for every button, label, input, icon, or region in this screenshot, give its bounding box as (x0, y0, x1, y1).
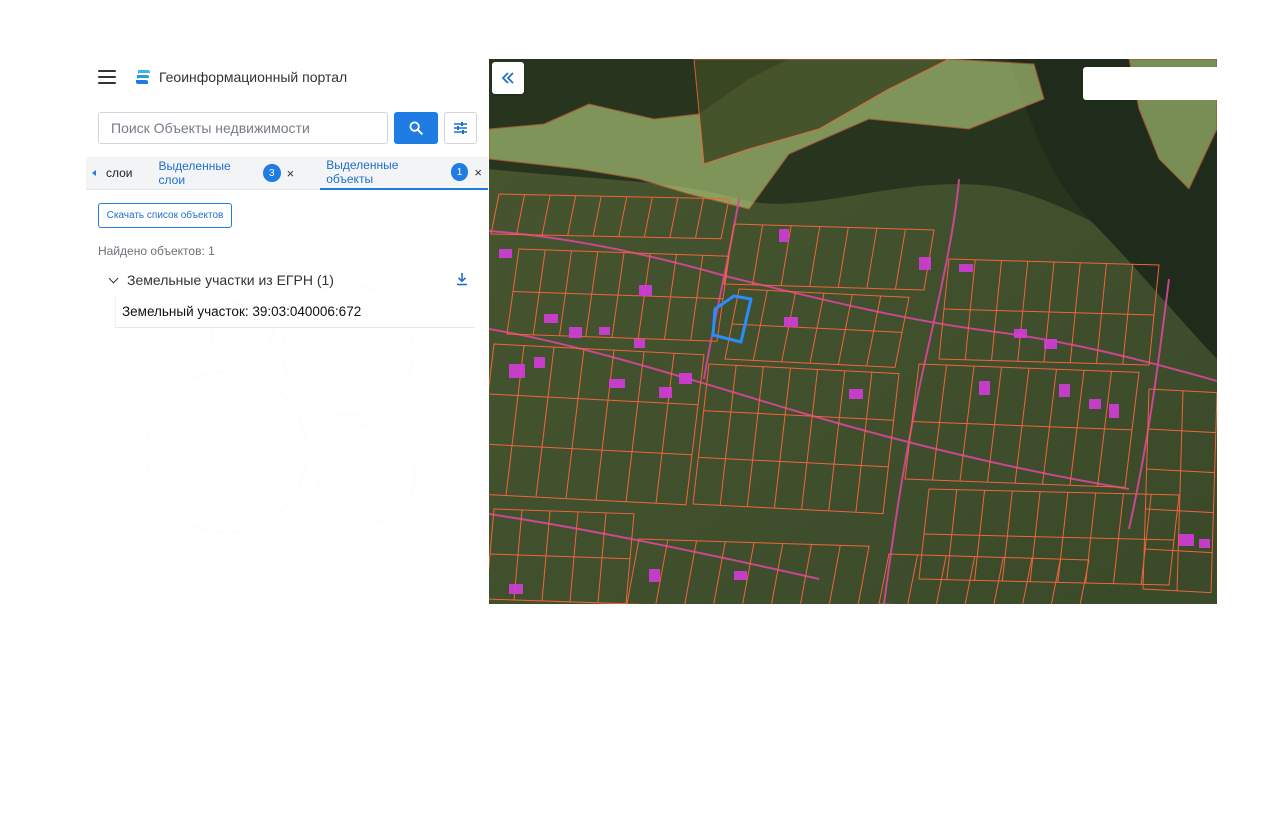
tab-bar: слои Выделенные слои 3 × Выделенные объе… (86, 157, 488, 190)
filter-button[interactable] (444, 112, 477, 144)
search-icon (409, 121, 423, 135)
result-group-land-plots[interactable]: Земельные участки из ЕГРН (1) (108, 268, 470, 292)
hamburger-menu-icon[interactable] (98, 70, 116, 84)
watermark-shape (318, 426, 415, 523)
map-canvas[interactable] (489, 59, 1217, 604)
tab-selected-layers[interactable]: Выделенные слои 3 × (159, 157, 295, 190)
caret-left-icon (92, 170, 96, 176)
building (1089, 399, 1101, 409)
building (509, 364, 525, 378)
building (499, 249, 512, 258)
building (849, 389, 863, 399)
building (599, 327, 610, 335)
close-selected-objects-icon[interactable]: × (474, 165, 482, 180)
building (659, 387, 672, 398)
watermark-shape (146, 372, 306, 532)
collapse-panel-button[interactable] (492, 62, 524, 94)
tab-layers-label: слои (106, 166, 133, 180)
tab-selected-layers-label: Выделенные слои (158, 159, 231, 187)
building (734, 571, 747, 580)
found-count: Найдено объектов: 1 (98, 244, 215, 258)
tab-layers-back[interactable]: слои (86, 157, 133, 190)
search-button[interactable] (394, 112, 438, 144)
building (544, 314, 558, 323)
building (1199, 539, 1210, 548)
list-item[interactable]: Земельный участок: 39:03:040006:672 (115, 296, 475, 328)
tab-selected-objects[interactable]: Выделенные объекты 1 × (320, 157, 488, 190)
app-title: Геоинформационный портал (159, 69, 348, 85)
building (649, 569, 660, 582)
building (609, 379, 625, 388)
building (1179, 534, 1194, 546)
map-overlay-box (1083, 67, 1217, 100)
building (569, 327, 582, 338)
double-chevron-left-icon (501, 72, 514, 84)
selected-objects-count-badge: 1 (450, 163, 469, 181)
building (679, 373, 692, 384)
download-icon[interactable] (456, 272, 468, 286)
map-view[interactable] (489, 59, 1217, 604)
portal-logo-icon (136, 70, 150, 84)
close-selected-layers-icon[interactable]: × (287, 166, 295, 181)
building (509, 584, 523, 594)
building (634, 339, 645, 348)
download-list-button[interactable]: Скачать список объектов (98, 203, 232, 228)
building (1059, 384, 1070, 397)
building (779, 229, 789, 242)
building (1014, 329, 1027, 338)
building (534, 357, 545, 368)
building (784, 317, 798, 327)
search-input[interactable] (98, 112, 388, 144)
chevron-down-icon[interactable] (108, 273, 119, 283)
header: Геоинформационный портал (98, 64, 347, 90)
tab-selected-objects-label: Выделенные объекты (326, 158, 399, 186)
building (1109, 404, 1119, 418)
building (979, 381, 990, 395)
building (1044, 339, 1057, 349)
app-root: Геоинформационный портал слои Выделенные… (0, 0, 1280, 830)
building (919, 257, 931, 270)
list-item-label: Земельный участок: 39:03:040006:672 (122, 304, 362, 319)
building (959, 264, 973, 272)
selected-layers-count-badge: 3 (262, 164, 281, 182)
sliders-filter-icon (454, 122, 467, 134)
result-group-label: Земельные участки из ЕГРН (1) (127, 272, 334, 288)
building (639, 285, 652, 296)
